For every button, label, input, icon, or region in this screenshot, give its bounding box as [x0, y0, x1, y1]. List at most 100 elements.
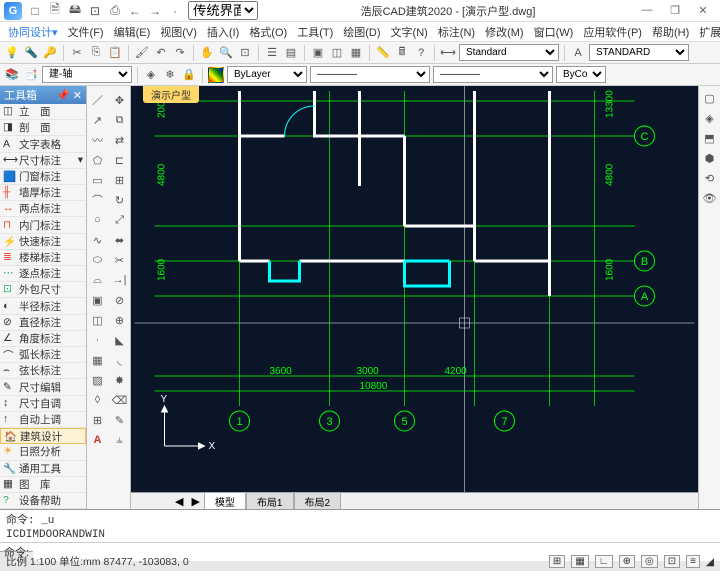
join-icon[interactable]: ⊕	[110, 311, 130, 329]
spline-icon[interactable]: ∿	[88, 231, 108, 249]
dim-chord[interactable]: ⌢弦长标注	[0, 363, 86, 379]
qat-undo-icon[interactable]: ←	[128, 4, 142, 18]
tb-zoomwin-icon[interactable]: ⊡	[237, 45, 253, 61]
explode-icon[interactable]: ✸	[110, 371, 130, 389]
tb-layers-icon[interactable]: 📚	[4, 67, 20, 83]
dim-doorwin[interactable]: 🟦门窗标注	[0, 169, 86, 185]
tb-undo2-icon[interactable]: ↶	[153, 45, 169, 61]
tab-sun[interactable]: ☀日照分析	[0, 444, 86, 460]
ray-icon[interactable]: ↗	[88, 111, 108, 129]
ellipse-icon[interactable]: ⬭	[88, 251, 108, 269]
color-select[interactable]: ByLayer	[227, 66, 307, 83]
tb-meas-icon[interactable]: 📏	[375, 45, 391, 61]
dim-angle[interactable]: ∠角度标注	[0, 331, 86, 347]
tb-layer-icon[interactable]: ☰	[264, 45, 280, 61]
tab-model[interactable]: 模型	[204, 492, 246, 510]
dim-point[interactable]: ⋯逐点标注	[0, 266, 86, 282]
circle-icon[interactable]: ○	[88, 211, 108, 229]
dim-stair[interactable]: ≣楼梯标注	[0, 250, 86, 266]
region-icon[interactable]: ◊	[88, 391, 108, 409]
tb-lamp-icon[interactable]: 🔦	[23, 45, 39, 61]
tb-zoom-icon[interactable]: 🔍	[218, 45, 234, 61]
tb-key-icon[interactable]: 🔑	[42, 45, 58, 61]
ortho-toggle[interactable]: ∟	[595, 555, 613, 568]
linetype-select[interactable]: ————	[310, 66, 430, 83]
qat-save-icon[interactable]: 🖴	[68, 4, 82, 18]
tb-layerstate-icon[interactable]: 📑	[23, 67, 39, 83]
menu-apps[interactable]: 应用软件(P)	[579, 24, 646, 40]
rt-3d-icon[interactable]: ⬢	[702, 150, 718, 166]
grid-toggle[interactable]: ▦	[571, 555, 588, 568]
dim-diameter[interactable]: ⊘直径标注	[0, 315, 86, 331]
tb-props-icon[interactable]: ▤	[283, 45, 299, 61]
textstyle-select[interactable]: STANDARD	[589, 44, 689, 61]
menu-collab[interactable]: 协同设计▾	[4, 24, 62, 40]
tb-block-icon[interactable]: ▣	[310, 45, 326, 61]
break-icon[interactable]: ⊘	[110, 291, 130, 309]
tb-calc-icon[interactable]: 🖩	[394, 45, 410, 61]
dim-radius[interactable]: ◐半径标注	[0, 298, 86, 314]
line-icon[interactable]: ／	[88, 91, 108, 109]
cat-dimedit[interactable]: ✎尺寸编辑	[0, 379, 86, 395]
maximize-button[interactable]: ❐	[666, 4, 684, 17]
arc2-icon[interactable]: ⌒	[88, 191, 108, 209]
minimize-button[interactable]: —	[638, 4, 656, 17]
toolbox-pin-icon[interactable]: 📌 ✕	[56, 89, 82, 102]
rect-icon[interactable]: ▭	[88, 171, 108, 189]
qat-saveas-icon[interactable]: ⊡	[88, 4, 102, 18]
hatch2-icon[interactable]: ▦	[88, 351, 108, 369]
menu-modify[interactable]: 修改(M)	[481, 24, 528, 40]
ellarc-icon[interactable]: ⌓	[88, 271, 108, 289]
dim-bbox[interactable]: ⊡外包尺寸	[0, 282, 86, 298]
tab-layout2[interactable]: 布局2	[294, 492, 342, 510]
lineweight-select[interactable]: ————	[433, 66, 553, 83]
menu-file[interactable]: 文件(F)	[64, 24, 108, 40]
dim-innerdoor[interactable]: ⊓内门标注	[0, 217, 86, 233]
qat-redo-icon[interactable]: →	[148, 4, 162, 18]
tb-lock-icon[interactable]: 🔒	[181, 67, 197, 83]
tab-layout1[interactable]: 布局1	[246, 492, 294, 510]
copy2-icon[interactable]: ⧉	[110, 111, 130, 129]
tb-redo2-icon[interactable]: ↷	[172, 45, 188, 61]
tabs-left-icon[interactable]: ◀	[171, 495, 187, 508]
trim-icon[interactable]: ✂	[110, 251, 130, 269]
tb-select-icon[interactable]: ◫	[329, 45, 345, 61]
cat-text-table[interactable]: A文字表格	[0, 136, 86, 152]
cat-dim[interactable]: ⟷尺寸标注▾	[0, 153, 86, 169]
tabs-right-icon[interactable]: ▶	[187, 495, 203, 508]
menu-edit[interactable]: 编辑(E)	[110, 24, 155, 40]
tb-txt-icon[interactable]: A	[570, 45, 586, 61]
menu-ext[interactable]: 扩展工具(X)	[695, 24, 720, 40]
erase-icon[interactable]: ⌫	[110, 391, 130, 409]
dim-wall[interactable]: ╫墙厚标注	[0, 185, 86, 201]
chamfer-icon[interactable]: ◣	[110, 331, 130, 349]
tb-help-icon[interactable]: ?	[413, 45, 429, 61]
text-icon[interactable]: A	[88, 431, 108, 449]
lwt-toggle[interactable]: ≡	[686, 555, 700, 568]
rt-vis-icon[interactable]: 👁	[702, 190, 718, 206]
layer-select[interactable]: 建-轴	[42, 66, 132, 83]
insert-icon[interactable]: ▣	[88, 291, 108, 309]
point-icon[interactable]: ·	[88, 331, 108, 349]
menu-help[interactable]: 帮助(H)	[648, 24, 693, 40]
rt-iso-icon[interactable]: ◈	[702, 110, 718, 126]
menu-dim[interactable]: 标注(N)	[434, 24, 479, 40]
qat-more-icon[interactable]: ·	[168, 4, 182, 18]
menu-format[interactable]: 格式(O)	[245, 24, 291, 40]
cat-dimadj[interactable]: ↕尺寸自调	[0, 396, 86, 412]
tb-paste-icon[interactable]: 📋	[107, 45, 123, 61]
tb-pan-icon[interactable]: ✋	[199, 45, 215, 61]
status-handle-icon[interactable]: ◢	[706, 556, 714, 568]
dim-twopoint[interactable]: ↔两点标注	[0, 201, 86, 217]
dimstyle-select[interactable]: Standard	[459, 44, 559, 61]
dim-quick[interactable]: ⚡快速标注	[0, 234, 86, 250]
menu-text[interactable]: 文字(N)	[387, 24, 432, 40]
pedit-icon[interactable]: ✎	[110, 411, 130, 429]
tb-dim1-icon[interactable]: ⟷	[440, 45, 456, 61]
pline-icon[interactable]: 〰	[88, 131, 108, 149]
stretch-icon[interactable]: ⬌	[110, 231, 130, 249]
cat-dimup[interactable]: ↑自动上调	[0, 412, 86, 428]
mirror-icon[interactable]: ⇄	[110, 131, 130, 149]
align-icon[interactable]: ⫨	[110, 431, 130, 449]
qat-open-icon[interactable]: 🗎	[48, 4, 62, 18]
